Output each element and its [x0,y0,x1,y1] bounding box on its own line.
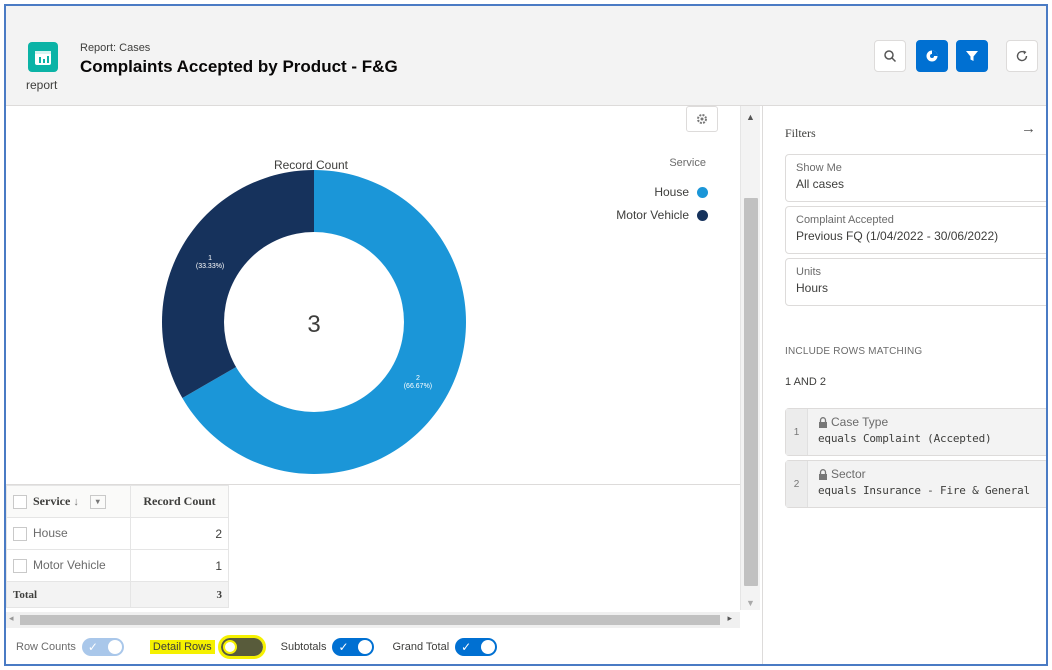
search-icon [884,50,897,63]
total-label: Total [6,581,131,608]
row-counts-label: Row Counts [16,641,76,653]
chart-toggle-button[interactable] [916,40,948,72]
grand-total-label: Grand Total [392,641,450,653]
table-row: House 2 [6,517,229,550]
chart-icon [926,50,938,62]
summary-table: Service ↓ ▾ Record Count House 2 Motor V… [6,485,229,608]
filter-logic[interactable]: 1 AND 2 [785,376,826,388]
column-header-record-count[interactable]: Record Count [130,485,229,518]
filter-label: Units [796,266,822,278]
filter-condition-1[interactable]: 1 Case Type equals Complaint (Accepted) [785,408,1046,456]
collapse-arrow-icon[interactable]: → [1021,120,1036,137]
condition-value: equals Insurance - Fire & General [818,484,1030,497]
row-label: Motor Vehicle [33,558,106,573]
summary-table-panel: Service ↓ ▾ Record Count House 2 Motor V… [6,484,740,610]
subtotals-label: Subtotals [280,641,327,653]
scroll-left-icon[interactable]: ◂ [9,613,14,624]
legend-item-motor-vehicle[interactable]: Motor Vehicle [566,207,708,223]
column-header-label: Service [33,493,71,508]
condition-number: 1 [786,409,808,455]
table-header-row: Service ↓ ▾ Record Count [6,485,229,518]
filter-toggle-button[interactable] [956,40,988,72]
row-counts-toggle[interactable]: ✓ [81,638,124,656]
condition-value: equals Complaint (Accepted) [818,432,992,445]
vertical-scrollbar[interactable]: ▲ ▼ [740,106,760,610]
filter-value: Hours [796,281,829,295]
horizontal-scrollbar[interactable]: ◂ ▸ [6,612,740,628]
filter-value: Previous FQ (1/04/2022 - 30/06/2022) [796,229,999,243]
legend-dot-icon [697,186,708,198]
filter-card-complaint-accepted[interactable]: Complaint Accepted Previous FQ (1/04/202… [785,206,1046,254]
chart-settings-button[interactable] [686,106,718,132]
filter-condition-2[interactable]: 2 Sector equals Insurance - Fire & Gener… [785,460,1046,508]
legend-label: Motor Vehicle [616,208,689,222]
column-menu-icon[interactable]: ▾ [89,495,106,510]
table-row: Motor Vehicle 1 [6,549,229,582]
grand-total-toggle[interactable]: ✓ [455,638,498,656]
subtotals-toggle[interactable]: ✓ [332,638,375,656]
filter-label: Complaint Accepted [796,214,894,226]
row-value-cell: 1 [130,549,229,582]
check-icon: ✓ [338,640,349,654]
center-total-label: 3 [307,311,320,338]
row-value-cell: 2 [130,517,229,550]
check-icon: ✓ [87,640,98,654]
filter-label: Show Me [796,162,842,174]
page-title: Complaints Accepted by Product - F&G [80,57,398,76]
select-all-checkbox[interactable] [13,495,27,510]
filter-icon [966,51,978,61]
check-icon: ✓ [461,640,472,654]
sort-desc-icon[interactable]: ↓ [73,496,79,508]
condition-label-wrap: Case Type [818,415,991,429]
total-row: Total 3 [6,581,229,608]
legend-label: House [654,185,689,199]
include-rows-label: INCLUDE ROWS MATCHING [785,346,923,357]
scroll-up-icon[interactable]: ▲ [746,112,755,122]
scroll-right-icon[interactable]: ▸ [727,613,732,624]
legend-dot-icon [697,209,708,221]
refresh-button[interactable] [1006,40,1038,72]
row-label: House [33,526,68,541]
lock-icon [819,416,827,428]
filter-card-show-me[interactable]: Show Me All cases [785,154,1046,202]
grand-total-group: Grand Total ✓ [392,638,498,656]
detail-rows-label: Detail Rows [149,640,215,654]
row-counts-group: Row Counts ✓ [16,638,124,656]
column-header-service[interactable]: Service ↓ ▾ [6,485,131,518]
legend-item-house[interactable]: House [566,184,708,200]
scroll-thumb[interactable] [20,615,720,625]
chart-panel: 3 2 (66.67%) 1 (33.33%) Record Count Servic… [6,106,741,484]
gear-icon [697,114,707,124]
chart-title: Record Count [273,158,349,172]
condition-label: Case Type [831,415,889,429]
row-checkbox[interactable] [13,526,27,541]
search-button[interactable] [874,40,906,72]
row-label-cell: Motor Vehicle [6,549,131,582]
filters-panel: Filters → Show Me All cases Complaint Ac… [762,106,1046,664]
report-header: report Report: Cases Complaints Accepted… [6,6,1046,106]
report-toggles-bar: Row Counts ✓ Detail Rows Subtotals ✓ Gra… [6,632,766,662]
scroll-down-icon[interactable]: ▼ [746,598,755,608]
legend-title: Service [669,157,706,169]
detail-rows-toggle[interactable] [217,635,266,659]
filter-card-units[interactable]: Units Hours [785,258,1046,306]
lock-icon [819,468,827,480]
filters-title: Filters [785,126,816,140]
scroll-thumb[interactable] [744,198,758,586]
row-label-cell: House [6,517,131,550]
report-app-icon [28,42,58,72]
condition-label-wrap: Sector [818,467,1030,481]
app-label: report [26,78,58,92]
row-checkbox[interactable] [13,558,27,573]
condition-label: Sector [831,467,866,481]
breadcrumb: Report: Cases [80,42,151,54]
condition-number: 2 [786,461,808,507]
app-frame: report Report: Cases Complaints Accepted… [4,4,1048,666]
filter-value: All cases [796,177,845,191]
detail-rows-group: Detail Rows [149,635,266,659]
subtotals-group: Subtotals ✓ [281,638,375,656]
refresh-icon [1016,50,1028,62]
total-value: 3 [130,581,229,608]
